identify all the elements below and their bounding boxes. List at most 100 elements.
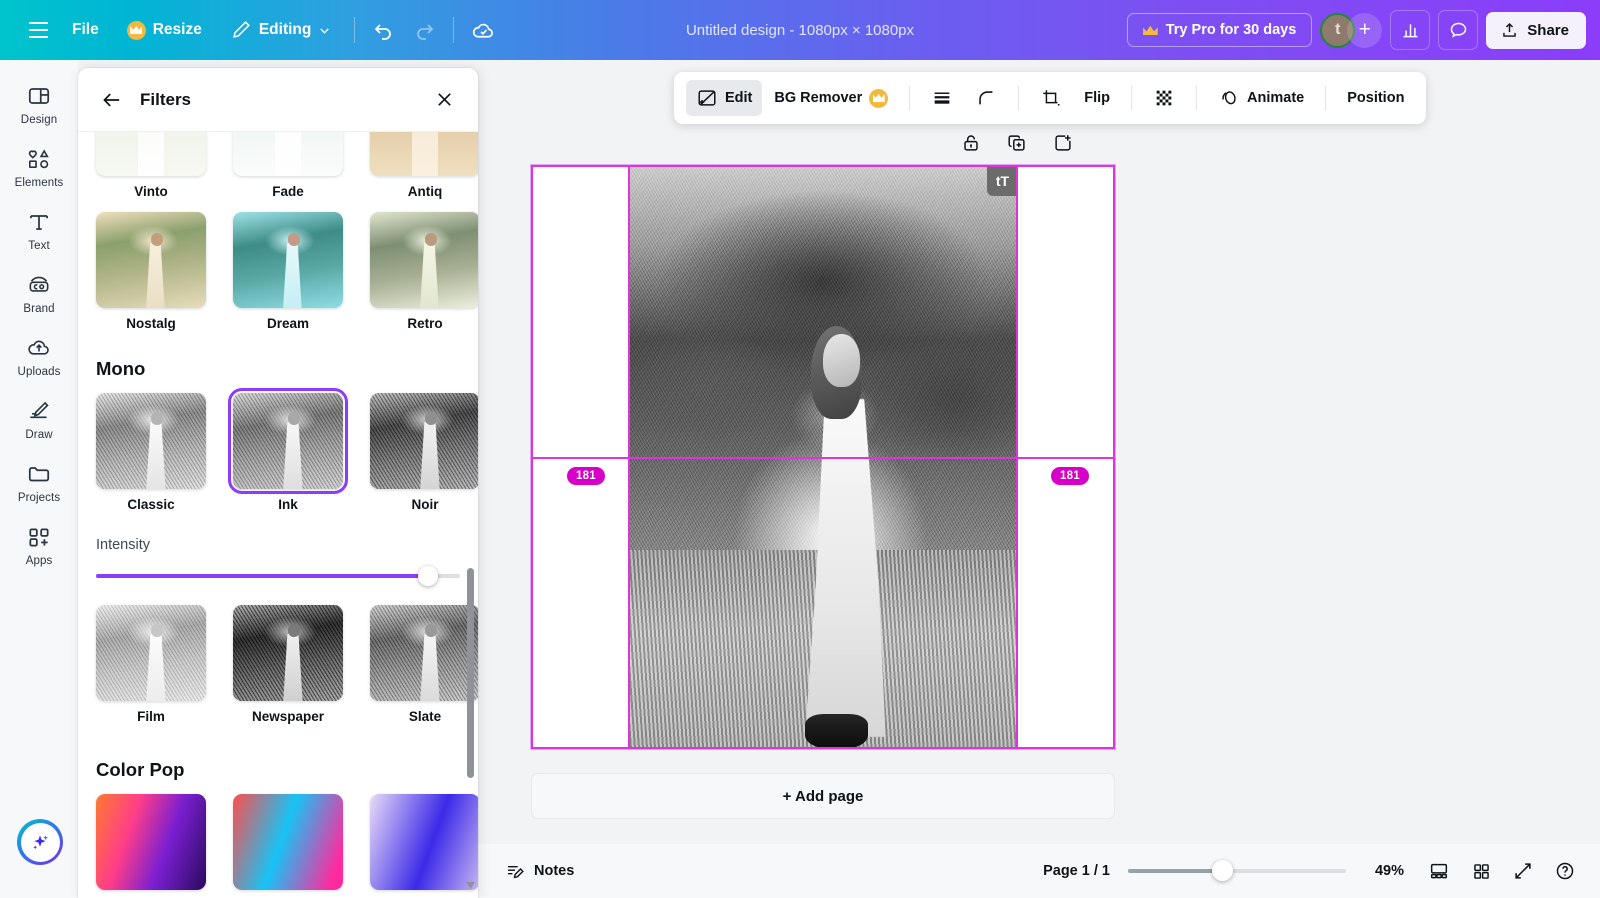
cloud-upload-icon xyxy=(28,340,49,355)
filter-thumbnail xyxy=(96,794,206,890)
divider xyxy=(1131,86,1133,110)
filter-label: Fade xyxy=(272,184,304,199)
animate-button[interactable]: Animate xyxy=(1208,80,1314,116)
filter-item[interactable]: Nostalg xyxy=(96,212,206,344)
filter-label: Antiq xyxy=(407,184,443,199)
filter-label: Ink xyxy=(278,497,298,512)
design-page[interactable]: tT 181 181 xyxy=(530,164,1116,750)
pencil-icon xyxy=(232,21,250,38)
hamburger-icon[interactable] xyxy=(18,10,58,50)
filter-thumbnail xyxy=(233,605,343,701)
share-button[interactable]: Share xyxy=(1486,11,1586,49)
filter-item[interactable] xyxy=(233,794,343,890)
filter-item-ink[interactable]: Ink xyxy=(228,388,348,525)
page-view-button[interactable] xyxy=(1420,852,1458,890)
file-menu-button[interactable]: File xyxy=(58,13,113,47)
editing-mode-button[interactable]: Editing xyxy=(216,11,346,49)
insights-button[interactable] xyxy=(1390,10,1431,50)
corner-radius-button[interactable] xyxy=(965,80,1007,116)
filter-label: Dream xyxy=(266,316,310,331)
filter-label: Nostalg xyxy=(126,316,176,331)
sidebar-item-label: Brand xyxy=(23,303,55,315)
intensity-slider[interactable] xyxy=(96,563,460,589)
comments-button[interactable] xyxy=(1438,10,1479,50)
line-weight-button[interactable] xyxy=(921,80,963,116)
transparency-button[interactable] xyxy=(1143,80,1185,116)
filter-item-film[interactable]: Film xyxy=(96,605,206,737)
try-pro-button[interactable]: Try Pro for 30 days xyxy=(1126,13,1313,47)
arrow-left-icon xyxy=(103,92,120,107)
filter-item[interactable] xyxy=(96,794,206,890)
panel-scroll-down-button[interactable] xyxy=(463,878,477,892)
zoom-slider[interactable] xyxy=(1128,859,1346,883)
magic-studio-button[interactable] xyxy=(17,819,63,865)
filter-item-noir[interactable]: Noir xyxy=(370,393,478,525)
filter-item[interactable]: Vinto xyxy=(96,132,206,212)
photo-element[interactable]: tT xyxy=(628,165,1018,749)
divider xyxy=(1325,86,1327,110)
undo-button[interactable] xyxy=(364,10,404,50)
page-view-icon xyxy=(1430,863,1448,879)
apps-grid-plus-icon xyxy=(29,528,49,547)
filter-label: Vinto xyxy=(134,184,168,199)
bg-remover-button[interactable]: BG Remover xyxy=(764,82,898,115)
zoom-knob[interactable] xyxy=(1211,860,1233,881)
sidebar-item-design[interactable]: Design xyxy=(4,74,74,133)
crop-button[interactable] xyxy=(1030,80,1072,116)
filter-item-slate[interactable]: Slate xyxy=(370,605,478,737)
position-button[interactable]: Position xyxy=(1337,83,1414,113)
transparency-checker-icon xyxy=(1156,90,1172,106)
sidebar-item-draw[interactable]: Draw xyxy=(4,389,74,448)
filter-item[interactable] xyxy=(370,794,478,890)
lock-icon xyxy=(964,135,978,151)
filter-item[interactable]: Retro xyxy=(370,212,478,344)
lock-button[interactable] xyxy=(958,130,984,156)
sidebar-item-brand[interactable]: Brand xyxy=(4,263,74,322)
filters-panel-body[interactable]: Vinto Fade Antiq Nostalg Dream Retro Mon… xyxy=(78,132,478,898)
divider xyxy=(909,86,911,110)
canvas-work-area[interactable]: Edit BG Remover Flip Animate Position tT… xyxy=(478,60,1600,898)
filter-item-newspaper[interactable]: Newspaper xyxy=(233,605,343,737)
add-page-button[interactable]: + Add page xyxy=(531,773,1115,819)
text-t-icon xyxy=(30,215,48,230)
photo-figure-head xyxy=(823,334,861,387)
sidebar-item-elements[interactable]: Elements xyxy=(4,137,74,196)
sidebar-item-projects[interactable]: Projects xyxy=(4,452,74,511)
filter-label: Film xyxy=(137,709,165,724)
redo-button[interactable] xyxy=(404,10,444,50)
cloud-saved-icon xyxy=(472,23,493,38)
edit-image-button[interactable]: Edit xyxy=(686,80,763,116)
sidebar-item-apps[interactable]: Apps xyxy=(4,515,74,574)
spacing-badge-left: 181 xyxy=(567,467,605,485)
panel-close-button[interactable] xyxy=(426,82,462,118)
filter-thumbnail xyxy=(370,132,478,176)
duplicate-button[interactable] xyxy=(1004,130,1030,156)
crown-icon xyxy=(1142,25,1158,35)
add-to-page-button[interactable] xyxy=(1050,130,1076,156)
filter-item[interactable]: Antiq xyxy=(370,132,478,212)
filter-thumbnail xyxy=(96,605,206,701)
notes-button[interactable]: Notes xyxy=(494,854,585,889)
sidebar-item-uploads[interactable]: Uploads xyxy=(4,326,74,385)
crop-icon xyxy=(1043,90,1060,106)
slider-knob[interactable] xyxy=(418,566,438,586)
grid-view-button[interactable] xyxy=(1462,852,1500,890)
panel-back-button[interactable] xyxy=(94,82,130,118)
add-collaborator-button[interactable]: + xyxy=(1347,12,1383,48)
resize-button[interactable]: Resize xyxy=(113,13,216,48)
bar-chart-icon xyxy=(1403,23,1418,37)
fullscreen-button[interactable] xyxy=(1504,852,1542,890)
filter-thumbnail xyxy=(233,132,343,176)
spacing-badge-right: 181 xyxy=(1051,467,1089,485)
cloud-saved-button[interactable] xyxy=(463,10,503,50)
page-indicator: Page 1 / 1 xyxy=(1043,863,1110,879)
help-button[interactable] xyxy=(1546,852,1584,890)
sidebar-item-text[interactable]: Text xyxy=(4,200,74,259)
flip-button[interactable]: Flip xyxy=(1074,83,1120,113)
filter-item[interactable]: Fade xyxy=(233,132,343,212)
filter-item-classic[interactable]: Classic xyxy=(96,393,206,525)
redo-icon xyxy=(417,24,434,40)
alt-text-badge[interactable]: tT xyxy=(987,165,1018,196)
filter-item[interactable]: Dream xyxy=(233,212,343,344)
panel-scrollbar-thumb[interactable] xyxy=(467,568,474,778)
